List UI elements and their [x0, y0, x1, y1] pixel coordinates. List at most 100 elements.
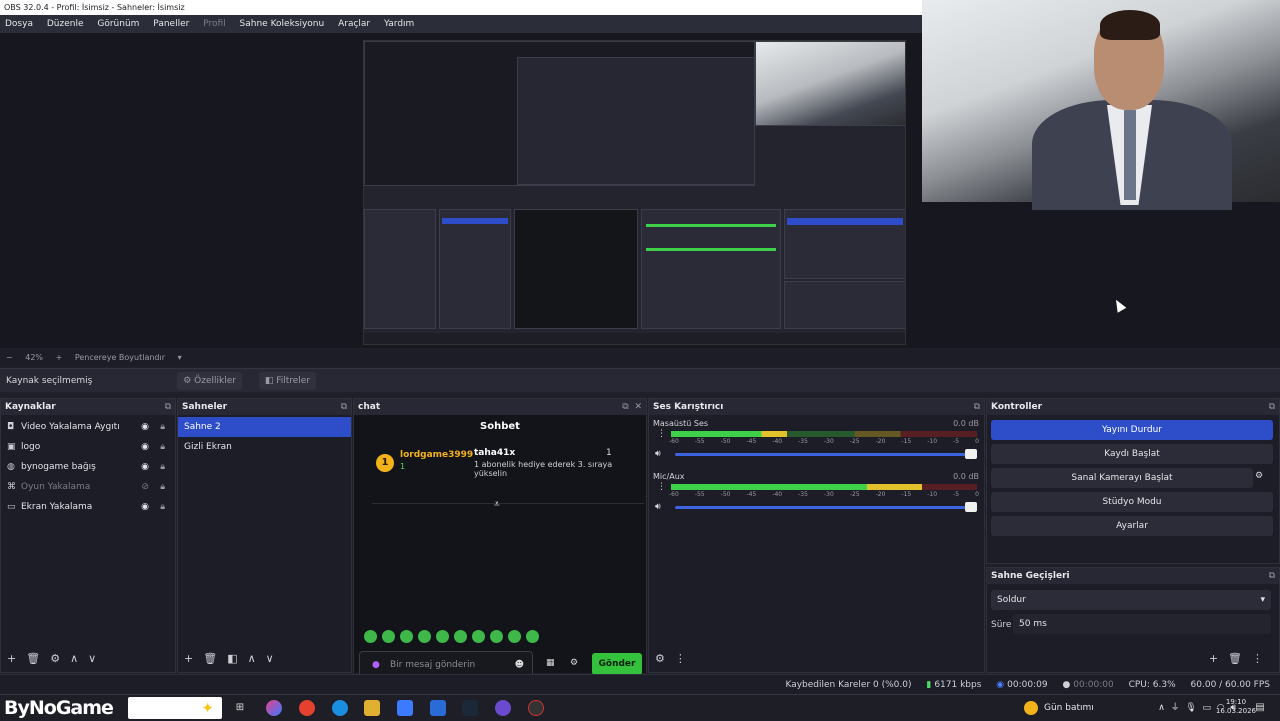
store-icon[interactable] — [397, 700, 413, 716]
start-virtual-camera-button[interactable]: Sanal Kamerayı Başlat — [991, 468, 1253, 488]
emote-icon[interactable] — [472, 630, 485, 643]
arrow-up-icon[interactable]: ∧ — [248, 652, 256, 665]
undock-icon[interactable]: ⧉ — [974, 399, 980, 415]
menu-help[interactable]: Yardım — [384, 19, 414, 29]
emote-icon[interactable] — [418, 630, 431, 643]
kebab-menu-icon[interactable]: ⋮ — [657, 482, 666, 492]
zoom-in-button[interactable]: + — [56, 353, 63, 362]
eye-hidden-icon[interactable]: ⊘ — [141, 477, 149, 497]
undock-close-icons[interactable]: ⧉ ✕ — [622, 399, 642, 415]
emote-icon[interactable] — [400, 630, 413, 643]
trash-icon[interactable]: 🗑︎ — [1228, 652, 1242, 665]
source-item-display-capture[interactable]: ▭ Ekran Yakalama ◉ 🔒︎ — [1, 497, 175, 517]
discord-icon[interactable] — [495, 700, 511, 716]
kebab-menu-icon[interactable]: ⋮ — [675, 652, 686, 665]
scene-item-gizli-ekran[interactable]: Gizli Ekran — [178, 437, 351, 457]
settings-button[interactable]: Ayarlar — [991, 516, 1273, 536]
lock-icon[interactable]: 🔒︎ — [160, 437, 165, 457]
emote-icon[interactable] — [490, 630, 503, 643]
menu-scene-collection[interactable]: Sahne Koleksiyonu — [240, 19, 325, 29]
arrow-down-icon[interactable]: ∨ — [88, 652, 96, 665]
filters-button[interactable]: ◧ Filtreler — [258, 372, 317, 390]
emote-icon[interactable] — [508, 630, 521, 643]
source-item-logo[interactable]: ▣ logo ◉ 🔒︎ — [1, 437, 175, 457]
trash-icon[interactable]: 🗑︎ — [26, 652, 40, 665]
weather-widget[interactable]: Gün batımı — [1024, 695, 1094, 721]
copilot-icon[interactable] — [266, 700, 282, 716]
volume-slider[interactable] — [675, 449, 977, 459]
eye-icon[interactable]: ◉ — [141, 437, 149, 457]
zoom-out-button[interactable]: − — [6, 353, 13, 362]
undock-icon[interactable]: ⧉ — [1269, 568, 1275, 584]
gear-icon[interactable]: ⚙ — [1255, 471, 1263, 481]
gear-icon[interactable]: ⚙ — [570, 658, 578, 668]
undock-icon[interactable]: ⧉ — [341, 399, 347, 415]
volume-slider[interactable] — [675, 502, 977, 512]
speaker-icon[interactable]: 🔊︎ — [655, 502, 661, 512]
clock[interactable]: 19:10 16.03.2026 — [1216, 698, 1256, 716]
chevron-down-icon[interactable]: ▾ — [178, 353, 182, 362]
emote-icon[interactable] — [364, 630, 377, 643]
transition-select[interactable]: Soldur ▾ — [991, 590, 1271, 610]
menu-docks[interactable]: Paneller — [153, 19, 189, 29]
source-item-game-capture[interactable]: ⌘ Oyun Yakalama ⊘ 🔒︎ — [1, 477, 175, 497]
undock-icon[interactable]: ⧉ — [1269, 399, 1275, 415]
source-item-video-capture[interactable]: ◘ Video Yakalama Aygıtı ◉ 🔒︎ — [1, 417, 175, 437]
menu-file[interactable]: Dosya — [5, 19, 33, 29]
folder-icon[interactable] — [364, 700, 380, 716]
emote-icon[interactable] — [526, 630, 539, 643]
menu-view[interactable]: Görünüm — [97, 19, 139, 29]
source-item-bynogame[interactable]: ◍ bynogame bağış ◉ 🔒︎ — [1, 457, 175, 477]
obs-icon[interactable] — [528, 700, 544, 716]
trash-icon[interactable]: 🗑︎ — [203, 652, 217, 665]
chrome-icon[interactable] — [299, 700, 315, 716]
steam-icon[interactable] — [462, 700, 478, 716]
menu-profile[interactable]: Profil — [203, 19, 225, 29]
speaker-icon[interactable]: 🔊︎ — [655, 449, 661, 459]
gift-icon[interactable]: ▦ — [546, 658, 555, 668]
eye-icon[interactable]: ◉ — [141, 497, 149, 517]
duration-input[interactable]: 50 ms — [1013, 614, 1271, 634]
menu-edit[interactable]: Düzenle — [47, 19, 84, 29]
menu-tools[interactable]: Araçlar — [338, 19, 370, 29]
task-view-icon[interactable]: ⊞ — [232, 700, 248, 716]
fit-to-window-label[interactable]: Pencereye Boyutlandır — [75, 353, 165, 362]
slider-knob[interactable] — [965, 449, 977, 459]
undock-icon[interactable]: ⧉ — [165, 399, 171, 415]
send-button[interactable]: Gönder — [592, 653, 642, 675]
lock-icon[interactable]: 🔒︎ — [160, 497, 165, 517]
studio-mode-button[interactable]: Stüdyo Modu — [991, 492, 1273, 512]
notification-icon[interactable]: ▤ — [1252, 700, 1268, 716]
lock-icon[interactable]: 🔒︎ — [160, 477, 165, 497]
edge-icon[interactable] — [332, 700, 348, 716]
eye-icon[interactable]: ◉ — [141, 457, 149, 477]
gear-icon[interactable]: ⚙ — [50, 652, 60, 665]
monitor-icon[interactable]: ▭ — [1202, 703, 1211, 713]
emote-icon[interactable] — [454, 630, 467, 643]
gear-icon[interactable]: ⚙ — [655, 652, 665, 665]
emote-icon[interactable] — [436, 630, 449, 643]
add-icon[interactable]: + — [7, 652, 16, 665]
mail-icon[interactable] — [430, 700, 446, 716]
start-recording-button[interactable]: Kaydı Başlat — [991, 444, 1273, 464]
slider-knob[interactable] — [965, 502, 977, 512]
add-icon[interactable]: + — [184, 652, 193, 665]
eye-icon[interactable]: ◉ — [141, 417, 149, 437]
scene-item-sahne-2[interactable]: Sahne 2 — [178, 417, 351, 437]
mic-icon[interactable]: 🎙︎ — [1185, 703, 1196, 713]
gift-recipient[interactable]: taha41x — [474, 448, 515, 458]
arrow-up-icon[interactable]: ∧ — [70, 652, 78, 665]
copilot-search-box[interactable]: ✦ — [128, 697, 222, 719]
filter-icon[interactable]: ◧ — [227, 652, 237, 665]
emote-icon[interactable] — [382, 630, 395, 643]
lock-icon[interactable]: 🔒︎ — [160, 417, 165, 437]
kebab-menu-icon[interactable]: ⋮ — [657, 429, 666, 439]
lock-icon[interactable]: 🔒︎ — [160, 457, 165, 477]
chevron-up-icon[interactable]: ∧ — [1158, 703, 1165, 713]
add-icon[interactable]: + — [1209, 652, 1218, 665]
arrow-down-icon[interactable]: ∨ — [266, 652, 274, 665]
kebab-menu-icon[interactable]: ⋮ — [1252, 652, 1263, 665]
usb-icon[interactable]: ⏚ — [1171, 703, 1180, 713]
stop-stream-button[interactable]: Yayını Durdur — [991, 420, 1273, 440]
properties-button[interactable]: ⚙ Özellikler — [177, 372, 242, 390]
